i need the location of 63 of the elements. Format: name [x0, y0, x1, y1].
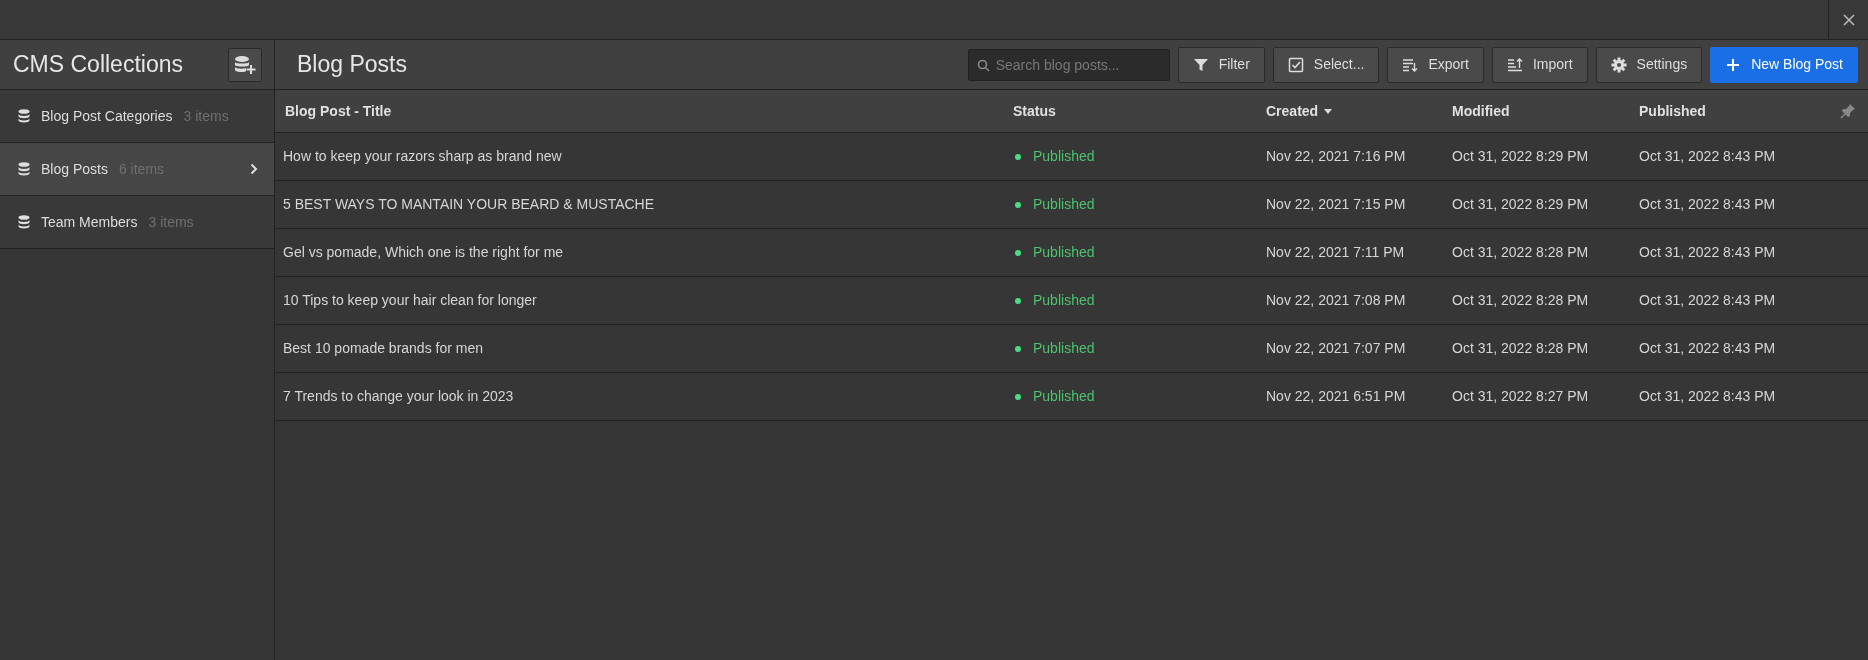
column-header[interactable]: Status [1013, 100, 1056, 122]
title-cell: How to keep your razors sharp as brand new [283, 148, 562, 164]
collection-name: Blog Posts [41, 159, 108, 179]
date-cell: Nov 22, 2021 7:07 PM [1266, 340, 1406, 356]
filter-button[interactable]: Filter [1177, 46, 1265, 83]
list-up-arrow-icon [1506, 56, 1523, 73]
chevron-right-icon [250, 163, 258, 175]
sort-caret-icon [1324, 108, 1333, 114]
date-cell: Oct 31, 2022 8:43 PM [1639, 148, 1776, 164]
database-icon [18, 162, 30, 176]
column-header[interactable]: Created [1266, 100, 1333, 122]
add-collection-button[interactable] [228, 47, 262, 82]
date-cell: Oct 31, 2022 8:28 PM [1452, 244, 1589, 260]
date-cell: Oct 31, 2022 8:27 PM [1452, 388, 1589, 404]
pin-icon[interactable] [1840, 103, 1856, 119]
date-cell: Oct 31, 2022 8:43 PM [1639, 244, 1776, 260]
column-header[interactable]: Modified [1452, 100, 1510, 122]
status-label: Published [1033, 387, 1095, 406]
list-down-arrow-icon [1402, 56, 1419, 73]
search-icon [976, 58, 990, 72]
status-label: Published [1033, 291, 1095, 310]
title-cell: Gel vs pomade, Which one is the right for me [283, 244, 564, 260]
new-button[interactable]: New Blog Post [1710, 46, 1858, 83]
database-plus-icon [234, 54, 256, 75]
date-cell: Oct 31, 2022 8:28 PM [1452, 292, 1589, 308]
status-label: Published [1033, 147, 1095, 166]
page-title: Blog Posts [297, 50, 408, 80]
title-cell: 7 Trends to change your look in 2023 [283, 388, 514, 404]
status-label: Published [1033, 339, 1095, 358]
date-cell: Oct 31, 2022 8:43 PM [1639, 388, 1776, 404]
collection-name: Blog Post Categories [41, 106, 173, 126]
date-cell: Nov 22, 2021 7:15 PM [1266, 196, 1406, 212]
sidebar-title: CMS Collections [13, 50, 183, 80]
import-button[interactable]: Import [1491, 46, 1588, 83]
date-cell: Oct 31, 2022 8:43 PM [1639, 196, 1776, 212]
settings-icon [1610, 56, 1627, 73]
date-cell: Nov 22, 2021 7:16 PM [1266, 148, 1406, 164]
search-field[interactable]: Search blog posts... [967, 48, 1170, 81]
database-icon [18, 109, 30, 123]
date-cell: Oct 31, 2022 8:29 PM [1452, 196, 1589, 212]
date-cell: Nov 22, 2021 6:51 PM [1266, 388, 1406, 404]
date-cell: Oct 31, 2022 8:28 PM [1452, 340, 1589, 356]
title-cell: Best 10 pomade brands for men [283, 340, 483, 356]
column-header[interactable]: Published [1639, 100, 1706, 122]
filter-icon [1192, 56, 1209, 73]
date-cell: Oct 31, 2022 8:43 PM [1639, 292, 1776, 308]
database-icon [18, 215, 30, 229]
title-cell: 10 Tips to keep your hair clean for longer [283, 292, 537, 308]
export-button[interactable]: Export [1387, 46, 1484, 83]
close-icon [1841, 12, 1856, 27]
checkbox-icon [1287, 56, 1304, 73]
status-label: Published [1033, 195, 1095, 214]
select-button[interactable]: Select... [1272, 46, 1380, 83]
status-label: Published [1033, 243, 1095, 262]
settings-button[interactable]: Settings [1595, 46, 1703, 83]
date-cell: Oct 31, 2022 8:29 PM [1452, 148, 1589, 164]
plus-icon [1725, 56, 1742, 73]
date-cell: Nov 22, 2021 7:11 PM [1266, 244, 1405, 260]
date-cell: Nov 22, 2021 7:08 PM [1266, 292, 1406, 308]
date-cell: Oct 31, 2022 8:43 PM [1639, 340, 1776, 356]
title-cell: 5 BEST WAYS TO MANTAIN YOUR BEARD & MUSTACHE [283, 196, 655, 212]
collection-name: Team Members [41, 212, 138, 232]
column-header[interactable]: Blog Post - Title [285, 100, 392, 122]
